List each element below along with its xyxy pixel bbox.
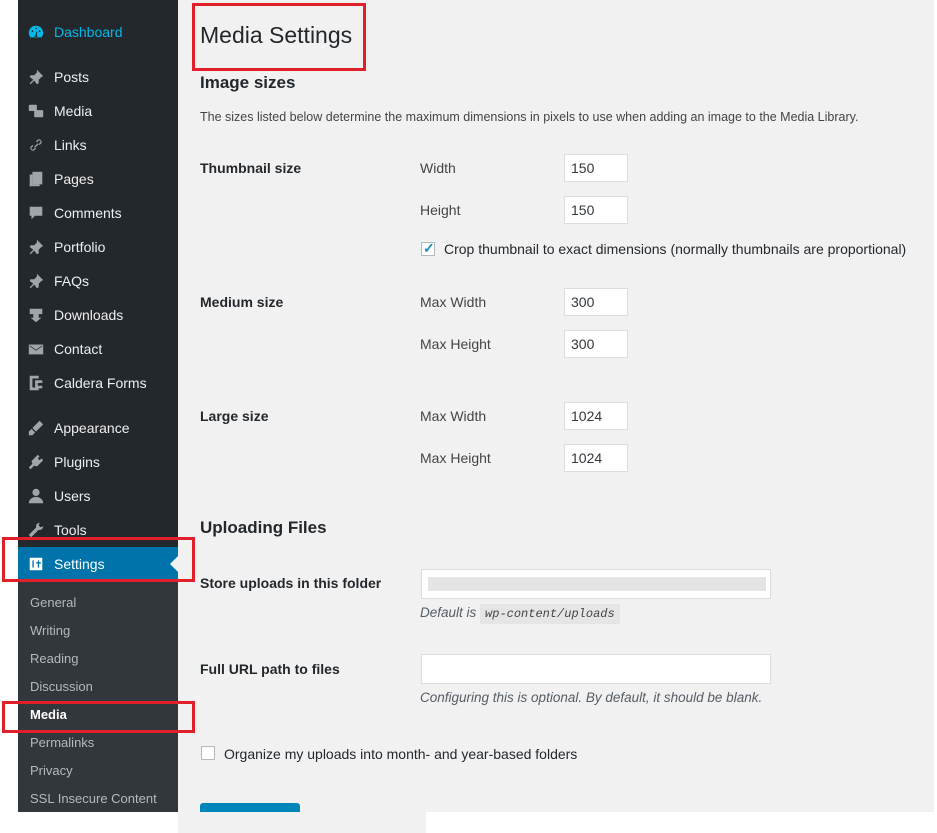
full-url-label: Full URL path to files [200, 661, 340, 677]
sidebar-item-dashboard[interactable]: Dashboard [18, 15, 178, 49]
medium-width-label: Max Width [420, 294, 487, 310]
settings-submenu: General Writing Reading Discussion Media… [18, 581, 178, 812]
user-icon [18, 487, 54, 505]
sidebar-item-label: Contact [54, 341, 103, 357]
pin-icon [18, 238, 54, 256]
sidebar-item-label: FAQs [54, 273, 90, 289]
medium-size-label: Medium size [200, 294, 284, 310]
sidebar-item-label: Comments [54, 205, 122, 221]
submenu-item-general[interactable]: General [30, 595, 76, 610]
download-icon [18, 306, 54, 324]
thumbnail-height-label: Height [420, 202, 461, 218]
crop-thumbnail-checkbox[interactable]: ✓ [421, 240, 435, 256]
submenu-item-permalinks[interactable]: Permalinks [30, 735, 94, 750]
media-icon [18, 102, 54, 120]
sidebar-item-caldera-forms[interactable]: Caldera Forms [18, 366, 178, 400]
sidebar-item-plugins[interactable]: Plugins [18, 445, 178, 479]
save-changes-button[interactable] [200, 803, 300, 812]
link-icon [18, 136, 54, 154]
sidebar-item-contact[interactable]: Contact [18, 332, 178, 366]
store-uploads-input[interactable] [421, 569, 771, 599]
sidebar-item-faqs[interactable]: FAQs [18, 264, 178, 298]
store-uploads-hint: Default is wp-content/uploads [420, 604, 620, 624]
pin-icon [18, 68, 54, 86]
admin-sidebar: Dashboard Posts Media Links Pages Commen… [18, 0, 178, 812]
dashboard-icon [18, 23, 54, 41]
submenu-item-discussion[interactable]: Discussion [30, 679, 93, 694]
sidebar-item-downloads[interactable]: Downloads [18, 298, 178, 332]
caldera-icon [18, 374, 54, 392]
thumbnail-height-input[interactable]: 150 [564, 196, 628, 224]
sidebar-item-links[interactable]: Links [18, 128, 178, 162]
thumbnail-size-label: Thumbnail size [200, 160, 302, 176]
submenu-item-ssl-insecure-content[interactable]: SSL Insecure Content [30, 791, 157, 806]
hint-text: Default is [420, 605, 477, 620]
plugin-icon [18, 453, 54, 471]
full-url-hint: Configuring this is optional. By default… [420, 690, 763, 705]
large-width-label: Max Width [420, 408, 487, 424]
submenu-item-writing[interactable]: Writing [30, 623, 70, 638]
default-path-code: wp-content/uploads [480, 604, 620, 624]
sidebar-item-label: Users [54, 488, 91, 504]
highlight-settings [2, 537, 195, 582]
pin-icon [18, 272, 54, 290]
sidebar-item-label: Caldera Forms [54, 375, 147, 391]
medium-height-label: Max Height [420, 336, 491, 352]
sidebar-item-label: Appearance [54, 420, 130, 436]
uploading-files-heading: Uploading Files [200, 518, 327, 537]
full-url-input[interactable] [421, 654, 771, 684]
redacted-value [428, 577, 766, 591]
large-height-input[interactable]: 1024 [564, 444, 628, 472]
sidebar-item-appearance[interactable]: Appearance [18, 411, 178, 445]
crop-thumbnail-label: Crop thumbnail to exact dimensions (norm… [444, 241, 907, 257]
sidebar-item-label: Pages [54, 171, 94, 187]
sidebar-item-posts[interactable]: Posts [18, 60, 178, 94]
sidebar-item-label: Plugins [54, 454, 100, 470]
organize-uploads-checkbox[interactable] [201, 746, 215, 760]
mail-icon [18, 340, 54, 358]
medium-height-input[interactable]: 300 [564, 330, 628, 358]
highlight-media-submenu [2, 701, 195, 733]
large-height-label: Max Height [420, 450, 491, 466]
store-uploads-label: Store uploads in this folder [200, 575, 382, 591]
submenu-item-privacy[interactable]: Privacy [30, 763, 73, 778]
sidebar-item-label: Posts [54, 69, 90, 85]
sidebar-item-users[interactable]: Users [18, 479, 178, 513]
thumbnail-width-label: Width [420, 160, 456, 176]
large-size-label: Large size [200, 408, 269, 424]
image-sizes-description: The sizes listed below determine the max… [200, 110, 859, 124]
sidebar-item-label: Tools [54, 522, 87, 538]
medium-width-input[interactable]: 300 [564, 288, 628, 316]
sidebar-item-pages[interactable]: Pages [18, 162, 178, 196]
organize-uploads-label: Organize my uploads into month- and year… [224, 746, 578, 762]
sidebar-item-label: Links [54, 137, 87, 153]
highlight-title [192, 3, 366, 71]
comment-icon [18, 204, 54, 222]
sidebar-item-label: Downloads [54, 307, 124, 323]
submenu-item-reading[interactable]: Reading [30, 651, 78, 666]
pages-icon [18, 170, 54, 188]
large-width-input[interactable]: 1024 [564, 402, 628, 430]
sidebar-item-comments[interactable]: Comments [18, 196, 178, 230]
sidebar-item-label: Dashboard [54, 24, 123, 40]
brush-icon [18, 419, 54, 437]
sidebar-item-portfolio[interactable]: Portfolio [18, 230, 178, 264]
checkmark-icon: ✓ [423, 240, 435, 256]
sidebar-item-media[interactable]: Media [18, 94, 178, 128]
sidebar-item-label: Media [54, 103, 93, 119]
bottom-edge [0, 812, 937, 833]
sidebar-item-label: Portfolio [54, 239, 106, 255]
thumbnail-width-input[interactable]: 150 [564, 154, 628, 182]
image-sizes-heading: Image sizes [200, 73, 296, 92]
